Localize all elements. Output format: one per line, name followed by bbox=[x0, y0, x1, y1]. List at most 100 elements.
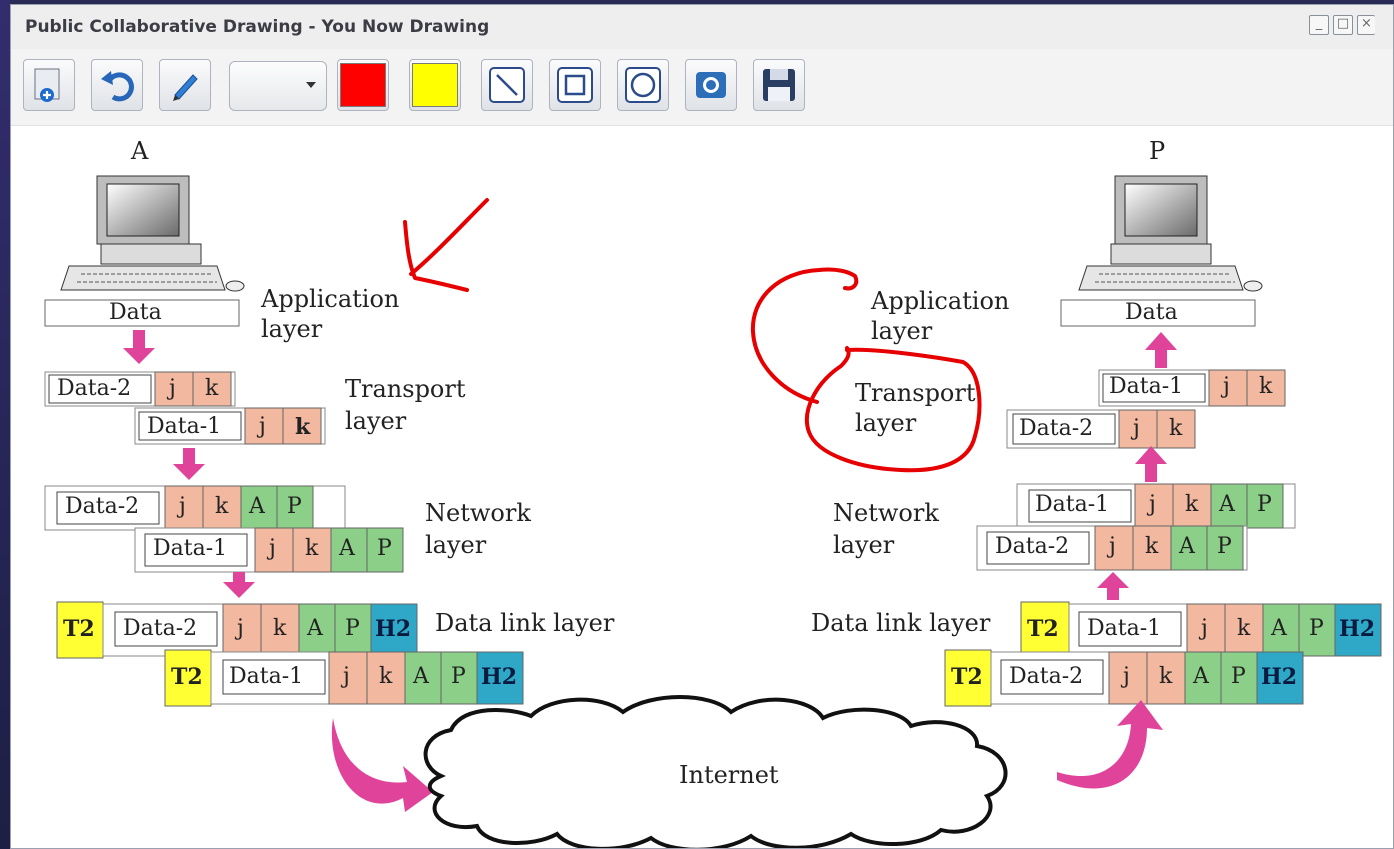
right-transport-label: Transport bbox=[855, 379, 976, 407]
undo-icon bbox=[101, 71, 134, 102]
drawing-canvas[interactable]: A P Data Data Application layer Transpor… bbox=[11, 126, 1393, 848]
field-h2: H2 bbox=[1261, 664, 1298, 690]
line-tool-icon bbox=[489, 67, 525, 103]
internet-label: Internet bbox=[679, 761, 779, 789]
field-p: P bbox=[1309, 616, 1324, 641]
pencil-button[interactable] bbox=[159, 59, 211, 111]
field-a: A bbox=[1179, 534, 1195, 559]
drawing-window: Public Collaborative Drawing - You Now D… bbox=[10, 4, 1394, 849]
title-bar: Public Collaborative Drawing - You Now D… bbox=[11, 5, 1393, 50]
right-application-label-2: layer bbox=[871, 317, 933, 345]
field-j: j bbox=[1133, 416, 1140, 441]
field-data2: Data-2 bbox=[1009, 664, 1084, 689]
field-a: A bbox=[307, 616, 323, 641]
field-j: j bbox=[259, 414, 266, 439]
stroke-width-dropdown[interactable] bbox=[229, 61, 327, 111]
field-p: P bbox=[287, 494, 302, 519]
right-datalink-label: Data link layer bbox=[811, 609, 991, 637]
field-j: j bbox=[1223, 374, 1230, 399]
field-k: k bbox=[295, 414, 311, 440]
new-button[interactable] bbox=[23, 59, 75, 111]
field-j: j bbox=[1109, 534, 1116, 559]
field-j: j bbox=[1123, 664, 1130, 689]
field-k: k bbox=[1145, 534, 1159, 559]
field-p: P bbox=[377, 536, 392, 561]
field-data2: Data-2 bbox=[57, 376, 132, 401]
line-tool-button[interactable] bbox=[481, 59, 533, 111]
minimize-button[interactable]: _ bbox=[1309, 15, 1329, 35]
field-data1: Data-1 bbox=[229, 664, 304, 689]
camera-icon bbox=[696, 72, 726, 98]
field-k: k bbox=[1159, 664, 1173, 689]
field-k: k bbox=[1169, 416, 1183, 441]
circle-tool-icon bbox=[625, 67, 661, 103]
undo-button[interactable] bbox=[91, 59, 143, 111]
field-a: A bbox=[413, 664, 429, 689]
color-yellow-button[interactable] bbox=[409, 59, 461, 111]
left-transport-label: Transport bbox=[345, 375, 466, 403]
toolbar bbox=[11, 49, 1393, 126]
field-j: j bbox=[343, 664, 350, 689]
field-k: k bbox=[1237, 616, 1251, 641]
field-j: j bbox=[179, 494, 186, 519]
field-k: k bbox=[1259, 374, 1273, 399]
desktop-edge bbox=[0, 0, 10, 849]
field-j: j bbox=[169, 376, 176, 401]
field-p: P bbox=[1217, 534, 1232, 559]
rectangle-tool-button[interactable] bbox=[549, 59, 601, 111]
field-k: k bbox=[215, 494, 229, 519]
field-j: j bbox=[1201, 616, 1208, 641]
left-application-label-2: layer bbox=[261, 315, 323, 343]
right-network-label: Network bbox=[833, 499, 939, 527]
field-k: k bbox=[1185, 492, 1199, 517]
color-red-button[interactable] bbox=[337, 59, 389, 111]
field-a: A bbox=[1271, 616, 1287, 641]
computer-a-icon bbox=[60, 175, 245, 292]
field-p: P bbox=[451, 664, 466, 689]
save-button[interactable] bbox=[753, 59, 805, 111]
field-a: A bbox=[249, 494, 265, 519]
field-t2: T2 bbox=[951, 664, 983, 690]
right-curved-arrow bbox=[1057, 700, 1163, 789]
field-p: P bbox=[345, 616, 360, 641]
field-data2: Data-2 bbox=[123, 616, 198, 641]
field-j: j bbox=[237, 616, 244, 641]
close-button[interactable]: × bbox=[1357, 15, 1375, 35]
diagram-graphics bbox=[44, 175, 1382, 848]
field-data1: Data-1 bbox=[147, 414, 222, 439]
left-network-label-2: layer bbox=[425, 531, 487, 559]
field-h2: H2 bbox=[481, 664, 518, 690]
field-data2: Data-2 bbox=[995, 534, 1070, 559]
field-j: j bbox=[1149, 492, 1156, 517]
field-data2: Data-2 bbox=[65, 494, 140, 519]
field-p: P bbox=[1231, 664, 1246, 689]
save-icon bbox=[763, 69, 795, 101]
yellow-swatch bbox=[412, 63, 458, 107]
circle-tool-button[interactable] bbox=[617, 59, 669, 111]
field-t2: T2 bbox=[171, 664, 203, 690]
red-swatch bbox=[340, 63, 386, 107]
field-data1: Data-1 bbox=[1087, 616, 1162, 641]
field-h2: H2 bbox=[375, 616, 412, 642]
field-data1: Data-1 bbox=[153, 536, 228, 561]
maximize-button[interactable]: □ bbox=[1333, 15, 1353, 35]
host-a-label: A bbox=[131, 137, 149, 165]
field-t2: T2 bbox=[63, 616, 95, 642]
left-transport-label-2: layer bbox=[345, 407, 407, 435]
left-network-label: Network bbox=[425, 499, 531, 527]
field-a: A bbox=[1193, 664, 1209, 689]
red-arrow-shaft bbox=[409, 198, 489, 276]
field-a: A bbox=[339, 536, 355, 561]
camera-button[interactable] bbox=[685, 59, 737, 111]
chevron-down-icon bbox=[306, 82, 316, 88]
window-title: Public Collaborative Drawing - You Now D… bbox=[25, 17, 490, 37]
field-t2: T2 bbox=[1027, 616, 1059, 642]
field-data1: Data-1 bbox=[1109, 374, 1184, 399]
computer-p-icon bbox=[1078, 175, 1263, 292]
field-k: k bbox=[273, 616, 287, 641]
pencil-icon bbox=[173, 74, 198, 101]
field-k: k bbox=[379, 664, 393, 689]
field-p: P bbox=[1257, 492, 1272, 517]
right-network-label-2: layer bbox=[833, 531, 895, 559]
data-label-left: Data bbox=[109, 300, 162, 325]
